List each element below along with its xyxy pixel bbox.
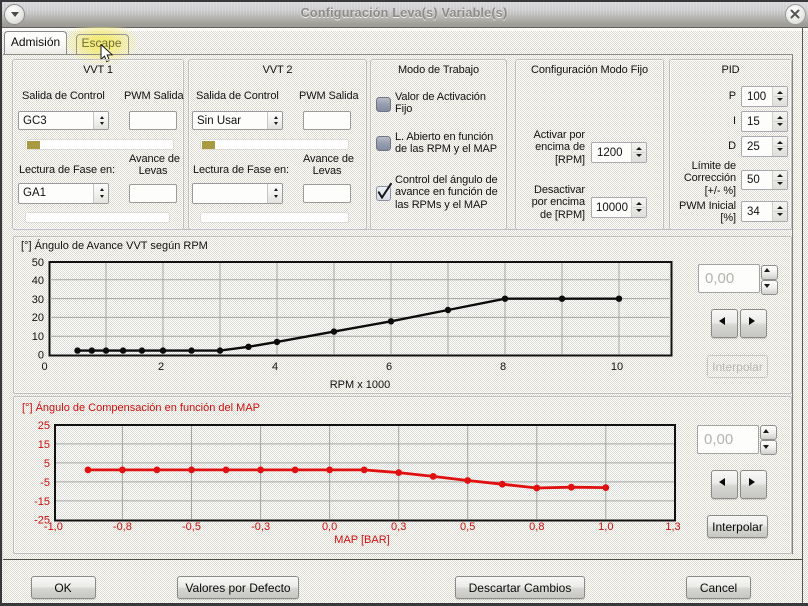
svg-text:-0,8: -0,8 <box>113 521 132 533</box>
svg-text:40: 40 <box>32 275 44 287</box>
svg-text:25: 25 <box>38 420 50 432</box>
svg-text:1,3: 1,3 <box>665 521 680 533</box>
svg-text:-5: -5 <box>40 477 50 489</box>
svg-text:10: 10 <box>611 361 623 373</box>
svg-text:RPM x 1000: RPM x 1000 <box>330 379 391 391</box>
svg-text:50: 50 <box>32 257 44 269</box>
svg-text:MAP [BAR]: MAP [BAR] <box>334 534 389 546</box>
svg-text:-1,0: -1,0 <box>44 521 63 533</box>
svg-text:-0,5: -0,5 <box>182 521 201 533</box>
svg-text:10: 10 <box>32 331 44 343</box>
svg-text:30: 30 <box>32 294 44 306</box>
svg-text:6: 6 <box>386 361 392 373</box>
svg-text:0,3: 0,3 <box>391 521 406 533</box>
svg-text:[°] Ángulo de Avance VVT según: [°] Ángulo de Avance VVT según RPM <box>21 239 208 252</box>
svg-text:-15: -15 <box>34 496 50 508</box>
svg-text:0: 0 <box>38 350 44 362</box>
svg-text:0,5: 0,5 <box>460 521 475 533</box>
svg-text:4: 4 <box>272 361 278 373</box>
svg-text:-0,3: -0,3 <box>251 521 270 533</box>
svg-text:0,0: 0,0 <box>322 521 337 533</box>
svg-text:2: 2 <box>158 361 164 373</box>
svg-text:8: 8 <box>500 361 506 373</box>
svg-text:15: 15 <box>38 439 50 451</box>
svg-text:0,8: 0,8 <box>529 521 544 533</box>
svg-text:5: 5 <box>44 458 50 470</box>
svg-text:1,0: 1,0 <box>598 521 613 533</box>
svg-text:0: 0 <box>41 361 47 373</box>
svg-text:20: 20 <box>32 312 44 324</box>
svg-text:[°] Ángulo de Compensación en: [°] Ángulo de Compensación en función de… <box>22 401 260 414</box>
